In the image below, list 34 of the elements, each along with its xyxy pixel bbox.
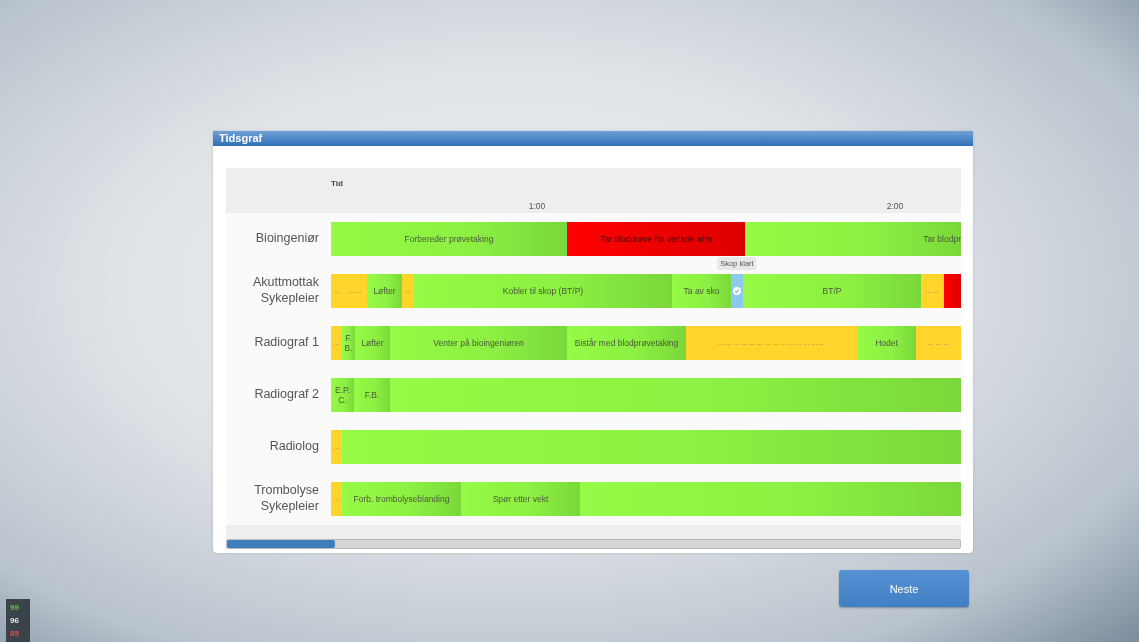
axis-label: Tid bbox=[331, 179, 343, 188]
row-label: Radiograf 1 bbox=[253, 334, 320, 352]
error-bar: Tar blodprøve fra venstre arm bbox=[567, 222, 745, 256]
task-bar: Spør etter vekt bbox=[461, 482, 580, 516]
error-bar bbox=[944, 274, 961, 308]
row-label: Radiolog bbox=[268, 438, 320, 456]
row-label: Akuttmottak Sykepleier bbox=[252, 274, 320, 307]
task-bar: Forb. trombolyseblanding bbox=[342, 482, 461, 516]
fps-value: 99 bbox=[10, 602, 20, 614]
tick-label: 2:00 bbox=[886, 201, 904, 211]
window-title: Tidsgraf bbox=[213, 131, 973, 146]
fps-value: 96 bbox=[10, 615, 20, 627]
tick-label: 1:00 bbox=[528, 201, 546, 211]
task-bar: Venter på bioingeniøren bbox=[390, 326, 567, 360]
task-bar: F.B. bbox=[354, 378, 390, 412]
task-bar: E.P. C. bbox=[331, 378, 354, 412]
task-bar: Kobler til skop (BT/P) bbox=[414, 274, 672, 308]
task-bar: Hodet bbox=[857, 326, 916, 360]
task-bar: BT/P bbox=[743, 274, 921, 308]
next-button[interactable]: Neste bbox=[839, 570, 969, 607]
task-bar: Løfter bbox=[355, 326, 390, 360]
task-bar: F. B. bbox=[342, 326, 355, 360]
task-bar: Bistår med blodprøvetaking bbox=[567, 326, 686, 360]
row-label: Bioingeniør bbox=[254, 230, 320, 248]
task-bar: Tar blodpr bbox=[745, 222, 961, 256]
fps-value: 85 bbox=[10, 628, 20, 640]
task-bar: Forbereder prøvetaking bbox=[331, 222, 567, 256]
task-bar: Ta av sko bbox=[672, 274, 731, 308]
row-label: Trombolyse Sykepleier bbox=[253, 482, 320, 515]
check-icon bbox=[733, 287, 741, 295]
row-label: Radiograf 2 bbox=[253, 386, 320, 404]
scroll-bar[interactable] bbox=[226, 539, 961, 549]
scroll-thumb[interactable] bbox=[227, 540, 335, 548]
task-bar: Løfter bbox=[367, 274, 402, 308]
